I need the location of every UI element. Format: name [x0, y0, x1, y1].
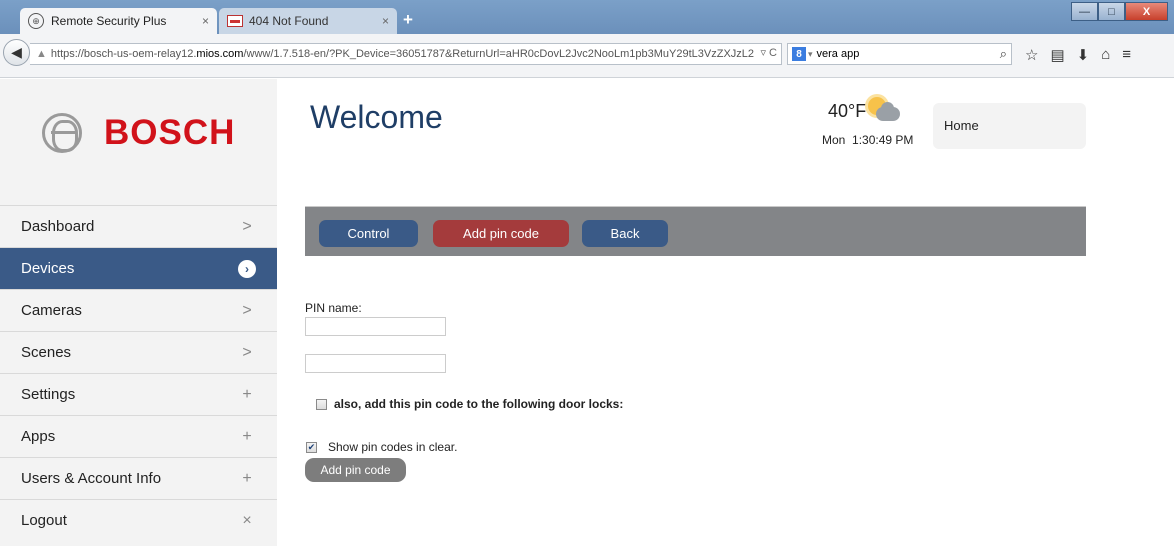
pin-name-input[interactable]	[305, 317, 446, 336]
url-path: /www/1.7.518-en/?PK_Device=36051787&Retu…	[243, 48, 755, 60]
sidebar-item-scenes[interactable]: Scenes >	[0, 331, 277, 373]
menu-icon[interactable]: ≡	[1122, 46, 1131, 64]
browser-back-button[interactable]: ◀	[3, 39, 30, 66]
page-title: Welcome	[310, 99, 443, 135]
close-icon: ×	[242, 511, 252, 529]
chevron-right-circle-icon: ›	[238, 259, 256, 278]
datetime: Mon 1:30:49 PM	[822, 133, 913, 147]
download-icon[interactable]: ⬇	[1077, 46, 1090, 64]
bosch-logo: BOSCH	[42, 113, 235, 153]
tab-close-icon[interactable]: ×	[382, 14, 389, 28]
day-label: Mon	[822, 133, 846, 147]
sidebar-item-settings[interactable]: Settings +	[0, 373, 277, 415]
door-locks-label: also, add this pin code to the following…	[334, 397, 624, 411]
sidebar-item-label: Cameras	[21, 302, 82, 319]
sidebar-item-users-account-info[interactable]: Users & Account Info +	[0, 457, 277, 499]
url-prefix: https://bosch-us-oem-relay12.	[50, 48, 197, 60]
window-controls: — □ X	[1071, 2, 1168, 21]
sidebar-item-label: Settings	[21, 386, 76, 403]
sidebar-item-apps[interactable]: Apps +	[0, 415, 277, 457]
address-bar[interactable]: ▲ https://bosch-us-oem-relay12. mios.com /…	[30, 43, 782, 65]
new-tab-button[interactable]: +	[403, 10, 413, 30]
sidebar-item-label: Dashboard	[21, 218, 95, 235]
show-clear-label: Show pin codes in clear.	[328, 440, 458, 454]
sidebar-menu: Dashboard > Devices › Cameras > Scenes >…	[0, 205, 277, 541]
control-button[interactable]: Control	[319, 220, 418, 247]
minimize-button[interactable]: —	[1071, 2, 1098, 21]
url-host: mios.com	[196, 48, 244, 60]
show-clear-checkbox[interactable]: ✔	[306, 441, 317, 453]
sidebar-item-label: Users & Account Info	[21, 470, 162, 487]
door-locks-checkbox[interactable]	[316, 398, 327, 410]
browser-nav-bar: ◀ ▲ https://bosch-us-oem-relay12. mios.co…	[0, 34, 1174, 78]
tab-close-icon[interactable]: ×	[202, 14, 209, 28]
browser-tab-bar: ⊕ Remote Security Plus × 404 Not Found ×…	[0, 0, 1174, 34]
back-button[interactable]: Back	[582, 220, 668, 247]
sidebar-item-label: Logout	[21, 512, 67, 529]
add-pin-code-button[interactable]: Add pin code	[305, 458, 406, 482]
search-input[interactable]: vera app	[817, 48, 860, 60]
pin-name-label: PIN name:	[305, 301, 362, 315]
show-clear-option: ✔ Show pin codes in clear.	[306, 440, 457, 454]
tab-404-not-found[interactable]: 404 Not Found ×	[219, 8, 397, 34]
partly-cloudy-icon	[866, 97, 900, 125]
chevron-right-icon: >	[242, 217, 252, 235]
tab-title: Remote Security Plus	[51, 14, 167, 28]
sidebar-item-label: Scenes	[21, 344, 72, 361]
brand-name: BOSCH	[104, 113, 236, 152]
door-locks-option: also, add this pin code to the following…	[316, 397, 623, 411]
maximize-button[interactable]: □	[1098, 2, 1125, 21]
time-label: 1:30:49 PM	[852, 133, 914, 147]
sidebar-item-cameras[interactable]: Cameras >	[0, 289, 277, 331]
add-pin-code-tab-button[interactable]: Add pin code	[433, 220, 569, 247]
search-bar[interactable]: 8 ▾ vera app ⌕	[787, 43, 1012, 65]
location-selector[interactable]: Home	[933, 103, 1086, 149]
browser-toolbar-icons: ☆ ▤ ⬇ ⌂ ≡	[1025, 46, 1131, 64]
plus-icon: +	[242, 427, 252, 445]
tab-remote-security-plus[interactable]: ⊕ Remote Security Plus ×	[20, 8, 217, 34]
arrow-left-icon: ◀	[11, 44, 22, 60]
plus-icon: +	[242, 469, 252, 487]
temperature: 40°F	[828, 101, 867, 121]
pin-code-input[interactable]	[305, 354, 446, 373]
sidebar-item-logout[interactable]: Logout ×	[0, 499, 277, 541]
close-window-button[interactable]: X	[1125, 2, 1168, 21]
globe-icon: ⊕	[28, 13, 44, 29]
bookmark-star-icon[interactable]: ☆	[1025, 46, 1038, 64]
sidebar-item-dashboard[interactable]: Dashboard >	[0, 205, 277, 247]
error-page-icon	[227, 15, 243, 27]
warning-icon: ▲	[36, 48, 47, 60]
chevron-right-icon: >	[242, 343, 252, 361]
sidebar-item-label: Devices	[21, 260, 75, 277]
sidebar-item-label: Apps	[21, 428, 56, 445]
chevron-down-icon[interactable]: ▾	[808, 49, 813, 60]
search-icon[interactable]: ⌕	[1000, 46, 1007, 62]
chevron-right-icon: >	[242, 301, 252, 319]
tab-title: 404 Not Found	[249, 14, 329, 28]
sidebar-item-devices[interactable]: Devices ›	[0, 247, 277, 289]
bosch-armature-icon	[42, 113, 82, 153]
location-label: Home	[944, 118, 979, 133]
reading-list-icon[interactable]: ▤	[1050, 46, 1064, 64]
device-toolbar: Control Add pin code Back	[305, 206, 1086, 256]
plus-icon: +	[242, 385, 252, 403]
home-icon[interactable]: ⌂	[1101, 46, 1110, 64]
reload-icon[interactable]: ▿ C	[756, 46, 777, 59]
search-engine-icon[interactable]: 8	[792, 47, 806, 61]
